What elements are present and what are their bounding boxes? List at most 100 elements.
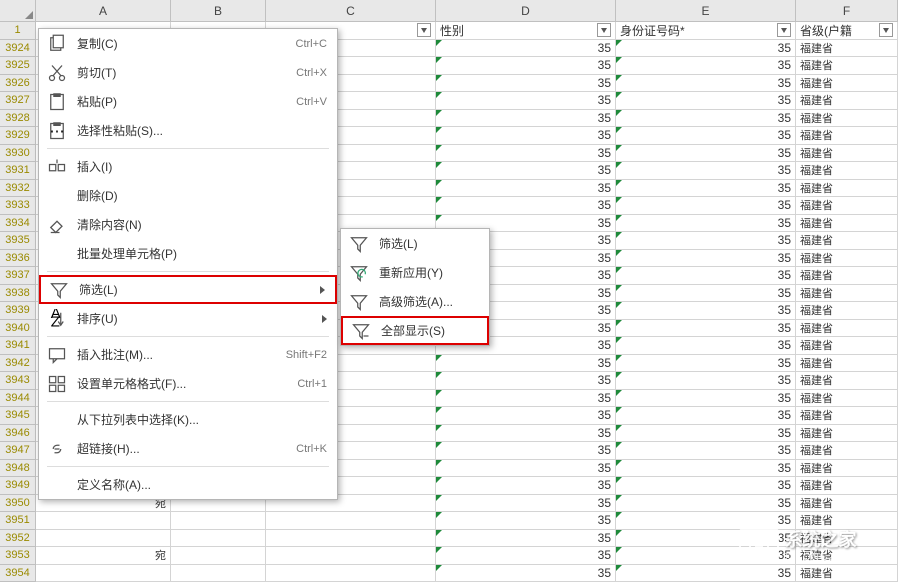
cell[interactable]: 35: [436, 425, 616, 443]
row-header[interactable]: 3935: [0, 232, 36, 250]
row-header[interactable]: 3932: [0, 180, 36, 198]
menu-delete[interactable]: 删除(D): [39, 181, 337, 210]
header-cell[interactable]: 性别: [436, 22, 616, 40]
cell[interactable]: 35: [436, 460, 616, 478]
cell[interactable]: 35: [616, 495, 796, 513]
cell[interactable]: 35: [616, 180, 796, 198]
cell[interactable]: 35: [616, 92, 796, 110]
cell[interactable]: 35: [616, 145, 796, 163]
cell[interactable]: 35: [616, 232, 796, 250]
row-header[interactable]: 3927: [0, 92, 36, 110]
cell[interactable]: 宛: [36, 547, 171, 565]
cell[interactable]: 福建省: [796, 355, 898, 373]
cell[interactable]: 35: [436, 92, 616, 110]
cell[interactable]: 35: [436, 180, 616, 198]
submenu-reapply[interactable]: 重新应用(Y): [341, 258, 489, 287]
cell[interactable]: [266, 547, 436, 565]
cell[interactable]: 福建省: [796, 40, 898, 58]
cell[interactable]: 福建省: [796, 127, 898, 145]
cell[interactable]: 35: [436, 495, 616, 513]
cell[interactable]: 福建省: [796, 110, 898, 128]
cell[interactable]: 35: [616, 110, 796, 128]
menu-define-name[interactable]: 定义名称(A)...: [39, 470, 337, 499]
row-header[interactable]: 3936: [0, 250, 36, 268]
cell[interactable]: [171, 565, 266, 582]
row-header[interactable]: 3954: [0, 565, 36, 582]
cell[interactable]: 福建省: [796, 372, 898, 390]
row-header[interactable]: 3945: [0, 407, 36, 425]
row-header[interactable]: 3928: [0, 110, 36, 128]
row-header[interactable]: 3949: [0, 477, 36, 495]
row-header[interactable]: 3944: [0, 390, 36, 408]
cell[interactable]: 35: [616, 127, 796, 145]
cell[interactable]: 35: [436, 512, 616, 530]
row-header[interactable]: 3929: [0, 127, 36, 145]
cell[interactable]: 福建省: [796, 75, 898, 93]
row-header[interactable]: 3952: [0, 530, 36, 548]
cell[interactable]: 福建省: [796, 215, 898, 233]
cell[interactable]: [36, 530, 171, 548]
cell[interactable]: 福建省: [796, 407, 898, 425]
cell[interactable]: [36, 512, 171, 530]
filter-button[interactable]: [597, 23, 611, 37]
cell[interactable]: 35: [616, 442, 796, 460]
col-header-c[interactable]: C: [266, 0, 436, 22]
row-header[interactable]: 3948: [0, 460, 36, 478]
row-header[interactable]: 3924: [0, 40, 36, 58]
submenu-filter[interactable]: 筛选(L): [341, 229, 489, 258]
cell[interactable]: [266, 512, 436, 530]
cell[interactable]: 35: [436, 372, 616, 390]
cell[interactable]: 35: [616, 565, 796, 582]
cell[interactable]: 35: [616, 40, 796, 58]
cell[interactable]: 35: [616, 337, 796, 355]
cell[interactable]: 福建省: [796, 162, 898, 180]
row-header[interactable]: 3939: [0, 302, 36, 320]
cell[interactable]: 福建省: [796, 285, 898, 303]
menu-sort[interactable]: AZ 排序(U): [39, 304, 337, 333]
cell[interactable]: 福建省: [796, 145, 898, 163]
col-header-f[interactable]: F: [796, 0, 898, 22]
row-header[interactable]: 3943: [0, 372, 36, 390]
cell[interactable]: 35: [616, 57, 796, 75]
menu-format[interactable]: 设置单元格格式(F)... Ctrl+1: [39, 369, 337, 398]
cell[interactable]: 35: [436, 355, 616, 373]
cell[interactable]: [171, 512, 266, 530]
cell[interactable]: 35: [616, 460, 796, 478]
cell[interactable]: 35: [436, 110, 616, 128]
row-header[interactable]: 3940: [0, 320, 36, 338]
menu-paste[interactable]: 粘贴(P) Ctrl+V: [39, 87, 337, 116]
menu-insert[interactable]: 插入(I): [39, 152, 337, 181]
row-header[interactable]: 3953: [0, 547, 36, 565]
header-cell[interactable]: 省级(户籍: [796, 22, 898, 40]
cell[interactable]: [171, 547, 266, 565]
menu-cut[interactable]: 剪切(T) Ctrl+X: [39, 58, 337, 87]
cell[interactable]: 35: [436, 390, 616, 408]
cell[interactable]: 35: [616, 215, 796, 233]
cell[interactable]: 35: [616, 267, 796, 285]
cell[interactable]: 福建省: [796, 250, 898, 268]
cell[interactable]: [266, 530, 436, 548]
submenu-advanced[interactable]: 高级筛选(A)...: [341, 287, 489, 316]
cell[interactable]: 福建省: [796, 390, 898, 408]
cell[interactable]: 35: [436, 547, 616, 565]
cell[interactable]: 35: [436, 162, 616, 180]
cell[interactable]: 35: [616, 390, 796, 408]
col-header-b[interactable]: B: [171, 0, 266, 22]
filter-button[interactable]: [879, 23, 893, 37]
menu-copy[interactable]: 复制(C) Ctrl+C: [39, 29, 337, 58]
cell[interactable]: 福建省: [796, 337, 898, 355]
row-header[interactable]: 3938: [0, 285, 36, 303]
cell[interactable]: 35: [616, 477, 796, 495]
row-header[interactable]: 3941: [0, 337, 36, 355]
cell[interactable]: 35: [616, 285, 796, 303]
cell[interactable]: 35: [436, 57, 616, 75]
cell[interactable]: 35: [616, 302, 796, 320]
cell[interactable]: [171, 530, 266, 548]
cell[interactable]: 福建省: [796, 232, 898, 250]
row-header[interactable]: 3926: [0, 75, 36, 93]
row-header[interactable]: 3942: [0, 355, 36, 373]
cell[interactable]: 35: [616, 355, 796, 373]
cell[interactable]: 35: [436, 442, 616, 460]
menu-hyperlink[interactable]: 超链接(H)... Ctrl+K: [39, 434, 337, 463]
col-header-e[interactable]: E: [616, 0, 796, 22]
